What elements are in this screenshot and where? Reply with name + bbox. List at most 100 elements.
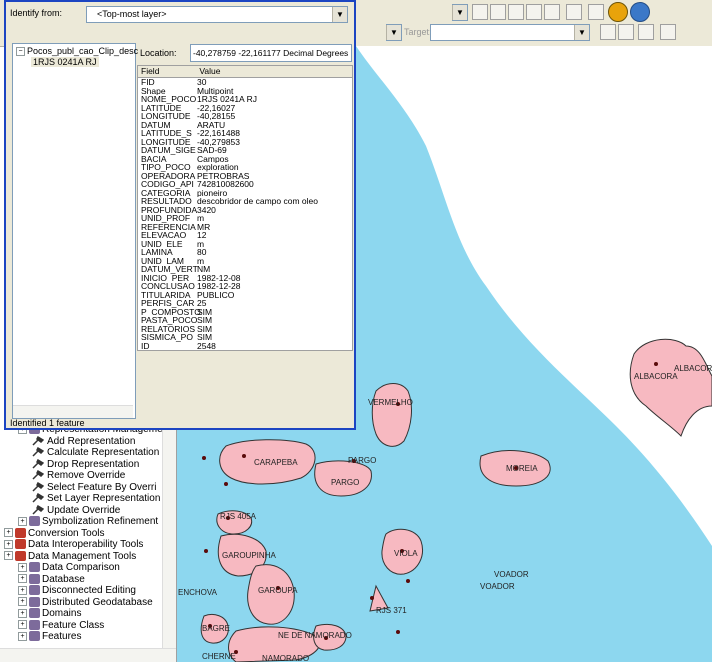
attribute-value: 1RJS 0241A RJ	[197, 95, 258, 104]
location-value-field[interactable]: -40,278759 -22,161177 Decimal Degrees	[190, 44, 352, 62]
help-icon[interactable]	[608, 2, 628, 22]
toolbox-item-label: Calculate Representation	[47, 447, 160, 458]
attribute-row[interactable]: DATUM_VERTNM	[138, 265, 352, 274]
table-icon[interactable]	[638, 24, 654, 40]
edit-tool-icon[interactable]	[490, 4, 506, 20]
attribute-row[interactable]: LONGITUDE_ -40,279853	[138, 138, 352, 147]
attribute-row[interactable]: LATITUDE_S -22,161488	[138, 129, 352, 138]
label-rjs405a: RJS 405A	[220, 512, 257, 521]
toolbox-item-toolset[interactable]: + Database	[18, 574, 85, 586]
toolbox-item-toolset[interactable]: + Features	[18, 631, 81, 643]
expand-icon[interactable]: +	[18, 574, 27, 584]
attribute-row[interactable]: TITULARIDA PUBLICO	[138, 291, 352, 300]
expand-icon[interactable]: +	[4, 528, 13, 538]
attribute-row[interactable]: OPERADORA PETROBRAS	[138, 172, 352, 181]
expand-icon[interactable]: +	[18, 597, 27, 607]
attribute-row[interactable]: UNID_LAM m	[138, 257, 352, 266]
toolbox-item-toolset[interactable]: + Domains	[18, 608, 81, 620]
attribute-row[interactable]: ELEVACAO 12	[138, 231, 352, 240]
target-dropdown[interactable]: ▼	[430, 24, 590, 41]
tree-layer-node[interactable]: − Pocos_publ_cao_Clip_desc	[16, 46, 138, 57]
expand-icon[interactable]: +	[4, 539, 13, 549]
attribute-row[interactable]: LONGITUDE -40,28155	[138, 112, 352, 121]
toolbox-item-tool[interactable]: Select Feature By Overri	[32, 482, 156, 494]
toolbox-vertical-scrollbar[interactable]	[162, 420, 176, 662]
toolbox-item-toolbox[interactable]: + Conversion Tools	[4, 528, 105, 540]
attribute-row[interactable]: SISMICA_PO SIM	[138, 333, 352, 342]
feature-tree-hscroll[interactable]	[13, 405, 133, 418]
rotate-tool-icon[interactable]	[544, 4, 560, 20]
attribute-row[interactable]: RESULTADO descobridor de campo com oleo	[138, 197, 352, 206]
expand-icon[interactable]: +	[18, 516, 27, 526]
attribute-row[interactable]: PERFIS_CAR 25	[138, 299, 352, 308]
attribute-field-name: CONCLUSAO	[141, 282, 195, 291]
tree-feature-node[interactable]: 1RJS 0241A RJ	[31, 57, 99, 67]
toolbox-item-toolset[interactable]: + Feature Class	[18, 620, 104, 632]
toolbox-item-tool[interactable]: Drop Representation	[32, 459, 139, 471]
grid-icon[interactable]	[660, 24, 676, 40]
sketch-properties-icon[interactable]	[588, 4, 604, 20]
attribute-row[interactable]: PASTA_POCOSIM	[138, 316, 352, 325]
toolbox-item-tool[interactable]: Calculate Representation	[32, 447, 159, 459]
pointer-tool-icon[interactable]	[600, 24, 616, 40]
feature-tree[interactable]: − Pocos_publ_cao_Clip_desc 1RJS 0241A RJ	[12, 43, 138, 419]
attribute-row[interactable]: TIPO_POCO exploration	[138, 163, 352, 172]
refresh-icon[interactable]	[618, 24, 634, 40]
attribute-row[interactable]: REFERENCIAMR	[138, 223, 352, 232]
hammer-icon	[32, 458, 45, 469]
trace-tool-icon[interactable]	[508, 4, 524, 20]
toolbox-item-toolset[interactable]: + Distributed Geodatabase	[18, 597, 153, 609]
expand-icon[interactable]: +	[18, 620, 27, 630]
globe-icon[interactable]	[630, 2, 650, 22]
attribute-field-name: REFERENCIA	[141, 222, 196, 231]
attribute-row[interactable]: FID 30	[138, 78, 352, 87]
attribute-row[interactable]: CATEGORIA pioneiro	[138, 189, 352, 198]
expand-icon[interactable]: +	[18, 608, 27, 618]
attribute-row[interactable]: INICIO_PER 1982-12-08	[138, 274, 352, 283]
attribute-row[interactable]: BACIA Campos	[138, 155, 352, 164]
location-value: -40,278759 -22,161177 Decimal Degrees	[193, 48, 349, 58]
split-tool-icon[interactable]	[526, 4, 542, 20]
attribute-row[interactable]: DATUM ARATU	[138, 121, 352, 130]
toolbox-item-label: Data Comparison	[42, 562, 120, 573]
expand-icon[interactable]: +	[18, 631, 27, 641]
attribute-row[interactable]: CONCLUSAO 1982-12-28	[138, 282, 352, 291]
expand-icon[interactable]: +	[4, 551, 13, 561]
toolbox-item-toolset[interactable]: + Data Comparison	[18, 562, 120, 574]
toolbox-item-label: Domains	[42, 608, 82, 619]
toolbox-item-tool[interactable]: Update Override	[32, 505, 120, 517]
editor-dropdown[interactable]: ▼	[452, 4, 468, 21]
toolbox-item-toolbox[interactable]: + Data Management Tools	[4, 551, 136, 563]
attributes-icon[interactable]	[566, 4, 582, 20]
attribute-row[interactable]: RELATORIOS SIM	[138, 325, 352, 334]
toolbox-item-tool[interactable]: Add Representation	[32, 436, 135, 448]
column-header-value[interactable]: Value	[199, 66, 220, 77]
toolbox-horizontal-scrollbar[interactable]	[0, 648, 176, 662]
attribute-row[interactable]: NOME_POCO1RJS 0241A RJ	[138, 95, 352, 104]
layer-dropdown[interactable]: ▼	[386, 24, 402, 41]
attribute-row[interactable]: PROFUNDIDA3420	[138, 206, 352, 215]
attribute-field-name: DATUM_SIGE	[141, 146, 196, 155]
expand-icon[interactable]: +	[18, 562, 27, 572]
tree-feature-label: 1RJS 0241A RJ	[33, 57, 97, 67]
toolbox-item-toolset[interactable]: + Symbolization Refinement	[18, 516, 158, 528]
attribute-row[interactable]: Shape Multipoint	[138, 87, 352, 96]
attribute-row[interactable]: CODIGO_API 742810082600	[138, 180, 352, 189]
column-header-field[interactable]: Field	[138, 66, 197, 77]
toolbox-item-toolset[interactable]: + Disconnected Editing	[18, 585, 136, 597]
attribute-row[interactable]: DATUM_SIGESAD-69	[138, 146, 352, 155]
attribute-row[interactable]: LATITUDE -22,16027	[138, 104, 352, 113]
attribute-row[interactable]: UNID_PROF m	[138, 214, 352, 223]
toolbox-item-tool[interactable]: Remove Override	[32, 470, 125, 482]
sketch-tool-icon[interactable]	[472, 4, 488, 20]
attribute-row[interactable]: P_COMPOSTOSIM	[138, 308, 352, 317]
identify-layer-dropdown[interactable]: <Top-most layer> ▼	[86, 6, 348, 23]
expand-icon[interactable]: +	[18, 585, 27, 595]
toolbox-item-toolbox[interactable]: + Data Interoperability Tools	[4, 539, 143, 551]
attribute-row[interactable]: LAMINA 80	[138, 248, 352, 257]
attribute-row[interactable]: UNID_ELE m	[138, 240, 352, 249]
field-vermelho	[371, 383, 412, 447]
toolbox-item-tool[interactable]: Set Layer Representation	[32, 493, 160, 505]
attribute-field-name: RESULTADO	[141, 197, 192, 206]
attribute-row[interactable]: ID_ 2548	[138, 342, 352, 351]
